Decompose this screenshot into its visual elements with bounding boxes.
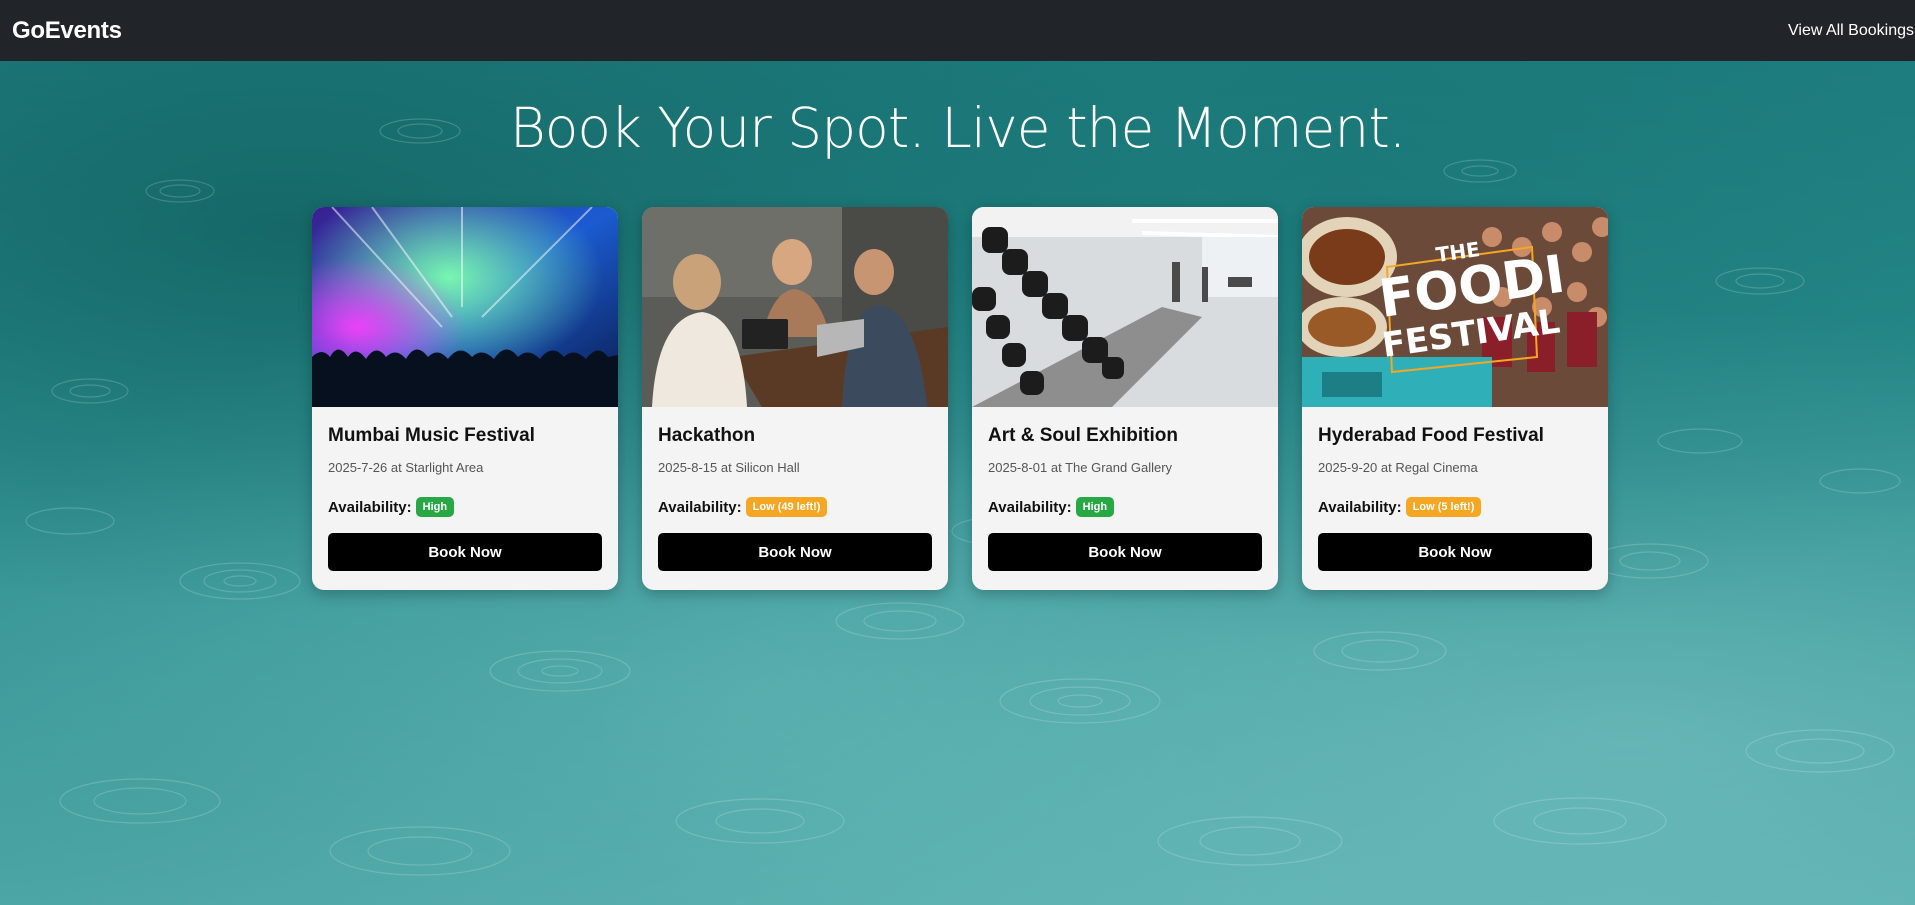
book-now-button[interactable]: Book Now xyxy=(1318,533,1592,571)
event-date-venue: 2025-8-15 at Silicon Hall xyxy=(658,460,800,475)
event-image-gym xyxy=(972,207,1278,407)
event-cards: Mumbai Music Festival 2025-7-26 at Starl… xyxy=(312,207,1608,590)
view-all-bookings-link[interactable]: View All Bookings xyxy=(1788,22,1915,40)
event-title: Hyderabad Food Festival xyxy=(1318,425,1544,446)
brand-logo[interactable]: GoEvents xyxy=(12,17,122,45)
availability-label: Availability: xyxy=(988,498,1072,516)
event-date-venue: 2025-9-20 at Regal Cinema xyxy=(1318,460,1478,475)
book-now-button[interactable]: Book Now xyxy=(988,533,1262,571)
availability-badge: Low (49 left!) xyxy=(745,497,828,517)
event-title: Art & Soul Exhibition xyxy=(988,425,1178,446)
event-date-venue: 2025-7-26 at Starlight Area xyxy=(328,460,484,475)
availability-row: Availability: High xyxy=(328,497,602,517)
event-card: Hackathon 2025-8-15 at Silicon Hall Avai… xyxy=(642,207,948,590)
availability-row: Availability: Low (49 left!) xyxy=(658,497,932,517)
event-image-meeting xyxy=(642,207,948,407)
event-title: Mumbai Music Festival xyxy=(328,425,535,446)
book-now-button[interactable]: Book Now xyxy=(328,533,602,571)
event-title: Hackathon xyxy=(658,425,756,446)
book-now-button[interactable]: Book Now xyxy=(658,533,932,571)
availability-row: Availability: High xyxy=(988,497,1262,517)
top-navbar: GoEvents View All Bookings xyxy=(0,0,1915,61)
event-date-venue: 2025-8-01 at The Grand Gallery xyxy=(988,460,1173,475)
availability-badge: High xyxy=(415,497,455,517)
event-image-concert xyxy=(312,207,618,407)
event-card: Mumbai Music Festival 2025-7-26 at Starl… xyxy=(312,207,618,590)
availability-badge: Low (5 left!) xyxy=(1405,497,1482,517)
event-card: THE FOODI FESTIVAL Hyderabad Food Festiv… xyxy=(1302,207,1608,590)
availability-badge: High xyxy=(1075,497,1115,517)
availability-label: Availability: xyxy=(328,498,412,516)
event-image-food-festival: THE FOODI FESTIVAL xyxy=(1302,207,1608,407)
availability-label: Availability: xyxy=(1318,498,1402,516)
availability-row: Availability: Low (5 left!) xyxy=(1318,497,1592,517)
availability-label: Availability: xyxy=(658,498,742,516)
event-card: Art & Soul Exhibition 2025-8-01 at The G… xyxy=(972,207,1278,590)
hero-title: Book Your Spot. Live the Moment. xyxy=(509,96,1407,160)
